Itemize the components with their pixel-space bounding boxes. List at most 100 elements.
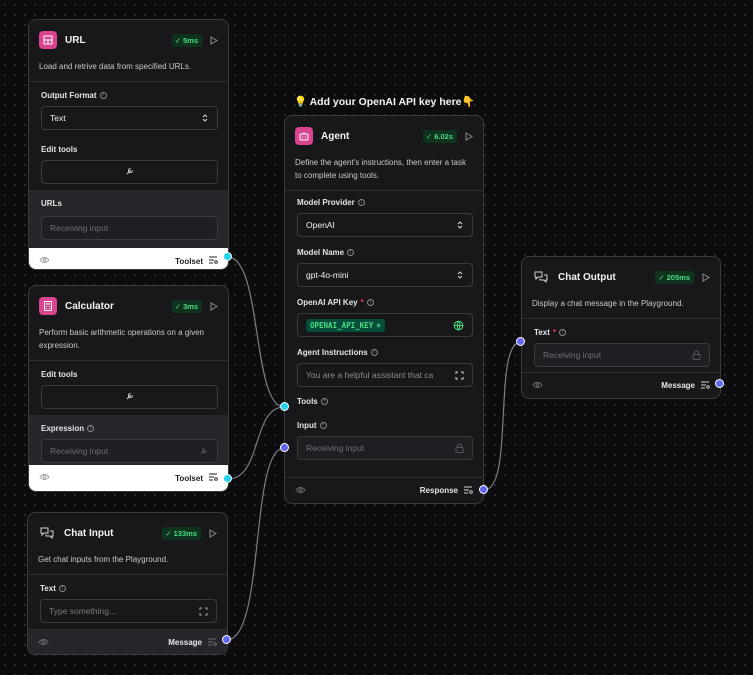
output-format-select[interactable]: Text [41, 106, 218, 130]
api-key-input[interactable]: OPENAI_API_KEY × [297, 313, 473, 337]
agent-input-handle[interactable] [280, 443, 289, 452]
check-icon: ✓ [165, 528, 172, 538]
node-footer: Message [522, 372, 720, 398]
urls-input[interactable]: Receiving input [41, 216, 218, 240]
agent-response-handle[interactable] [479, 485, 488, 494]
check-icon: ✓ [174, 35, 181, 45]
input-label: Input [297, 420, 317, 430]
chevron-updown-icon [456, 220, 464, 230]
model-name-value: gpt-4o-mini [306, 270, 349, 280]
agent-tools-handle[interactable] [280, 402, 289, 411]
field-label: Model Name i [297, 245, 473, 259]
play-icon[interactable] [210, 301, 218, 311]
agent-instructions-input[interactable]: You are a helpful assistant that ca [297, 363, 473, 387]
info-icon: i [558, 328, 566, 336]
expression-input[interactable]: Receiving input [41, 439, 218, 463]
info-icon: i [99, 91, 107, 99]
play-icon[interactable] [209, 528, 217, 538]
chat-input-message-handle[interactable] [222, 635, 231, 644]
play-icon[interactable] [465, 131, 473, 141]
edge-response-chatoutput [483, 341, 522, 491]
model-provider-select[interactable]: OpenAI [297, 213, 473, 237]
text-input[interactable]: Type something... [40, 599, 217, 623]
urls-label: URLs [41, 198, 62, 208]
play-icon[interactable] [210, 35, 218, 45]
list-filter-icon[interactable] [208, 473, 218, 483]
model-provider-field: Model Provider i OpenAI [285, 191, 483, 241]
edit-tools-button[interactable] [41, 160, 218, 184]
text-label: Text [534, 327, 550, 337]
globe-variable-icon[interactable] [453, 320, 464, 331]
text-placeholder: Receiving input [543, 350, 602, 360]
tools-field: Tools i [285, 391, 483, 414]
info-icon: i [366, 298, 374, 306]
url-node[interactable]: URL ✓ 5ms Load and retrive data from spec… [28, 19, 229, 270]
run-time-badge: ✓ 205ms [655, 270, 694, 284]
chat-input-node[interactable]: Chat Input ✓ 133ms Get chat inputs from t… [27, 512, 228, 655]
node-title: Chat Output [558, 271, 616, 283]
url-toolset-handle[interactable] [223, 252, 232, 261]
node-footer: Message [28, 629, 227, 654]
output-format-value: Text [50, 113, 66, 123]
input-placeholder: Receiving input [306, 443, 365, 453]
node-title: Agent [321, 130, 350, 142]
edit-tools-label: Edit tools [41, 144, 78, 154]
message-output-label: Message [661, 381, 695, 390]
list-filter-icon[interactable] [208, 256, 218, 266]
model-provider-value: OpenAI [306, 220, 335, 230]
chat-output-message-handle[interactable] [715, 379, 724, 388]
eye-icon[interactable] [39, 473, 50, 483]
list-filter-icon[interactable] [463, 486, 473, 496]
node-description: Define the agent's instructions, then en… [285, 156, 483, 191]
calculator-icon [39, 297, 57, 315]
eye-icon[interactable] [532, 381, 543, 391]
model-name-select[interactable]: gpt-4o-mini [297, 263, 473, 287]
calculator-node[interactable]: Calculator ✓ 3ms Perform basic arithmetic… [28, 285, 229, 492]
wrench-icon [125, 166, 135, 178]
field-label: OpenAI API Key * i [297, 295, 473, 309]
run-time-badge: ✓ 133ms [162, 526, 201, 540]
model-name-field: Model Name i gpt-4o-mini [285, 241, 483, 291]
agent-node[interactable]: Agent ✓ 6.02s Define the agent's instruct… [284, 115, 484, 504]
agent-instructions-field: Agent Instructions i You are a helpful as… [285, 341, 483, 391]
api-key-value: OPENAI_API_KEY [310, 320, 374, 330]
api-key-field: OpenAI API Key * i OPENAI_API_KEY × [285, 291, 483, 341]
api-key-variable-pill[interactable]: OPENAI_API_KEY × [306, 318, 385, 332]
lock-icon [692, 350, 701, 360]
node-description: Perform basic arithmetic operations on a… [29, 326, 228, 361]
layout-icon [39, 31, 57, 49]
calculator-toolset-handle[interactable] [223, 474, 232, 483]
chat-output-node[interactable]: Chat Output ✓ 205ms Display a chat messag… [521, 256, 721, 399]
eye-icon[interactable] [39, 256, 50, 266]
chat-output-text-handle[interactable] [516, 337, 525, 346]
node-description: Load and retrive data from specified URL… [29, 60, 228, 82]
node-header: Calculator ✓ 3ms [29, 286, 228, 326]
info-icon: i [370, 348, 378, 356]
wrench-icon [199, 446, 209, 456]
node-header: Chat Output ✓ 205ms [522, 257, 720, 297]
expand-icon[interactable] [199, 607, 208, 616]
edge-calc-tools [227, 406, 285, 480]
info-icon: i [347, 248, 355, 256]
eye-icon[interactable] [295, 486, 306, 496]
list-filter-icon[interactable] [207, 638, 217, 648]
check-icon: ✓ [658, 272, 665, 282]
bot-icon [295, 127, 313, 145]
text-input[interactable]: Receiving input [534, 343, 710, 367]
chevron-updown-icon [456, 270, 464, 280]
edit-tools-button[interactable] [41, 385, 218, 409]
eye-icon[interactable] [38, 638, 49, 648]
list-filter-icon[interactable] [700, 381, 710, 391]
play-icon[interactable] [702, 272, 710, 282]
run-time-badge: ✓ 5ms [171, 33, 202, 47]
info-icon: i [319, 421, 327, 429]
run-time: 6.02s [434, 131, 453, 141]
remove-icon[interactable]: × [376, 321, 381, 330]
field-label: Model Provider i [297, 195, 473, 209]
input-field: Input i Receiving input [285, 414, 483, 466]
api-key-label: OpenAI API Key [297, 297, 358, 307]
node-header: URL ✓ 5ms [29, 20, 228, 60]
agent-instructions-label: Agent Instructions [297, 347, 368, 357]
expand-icon[interactable] [455, 371, 464, 380]
input-box[interactable]: Receiving input [297, 436, 473, 460]
